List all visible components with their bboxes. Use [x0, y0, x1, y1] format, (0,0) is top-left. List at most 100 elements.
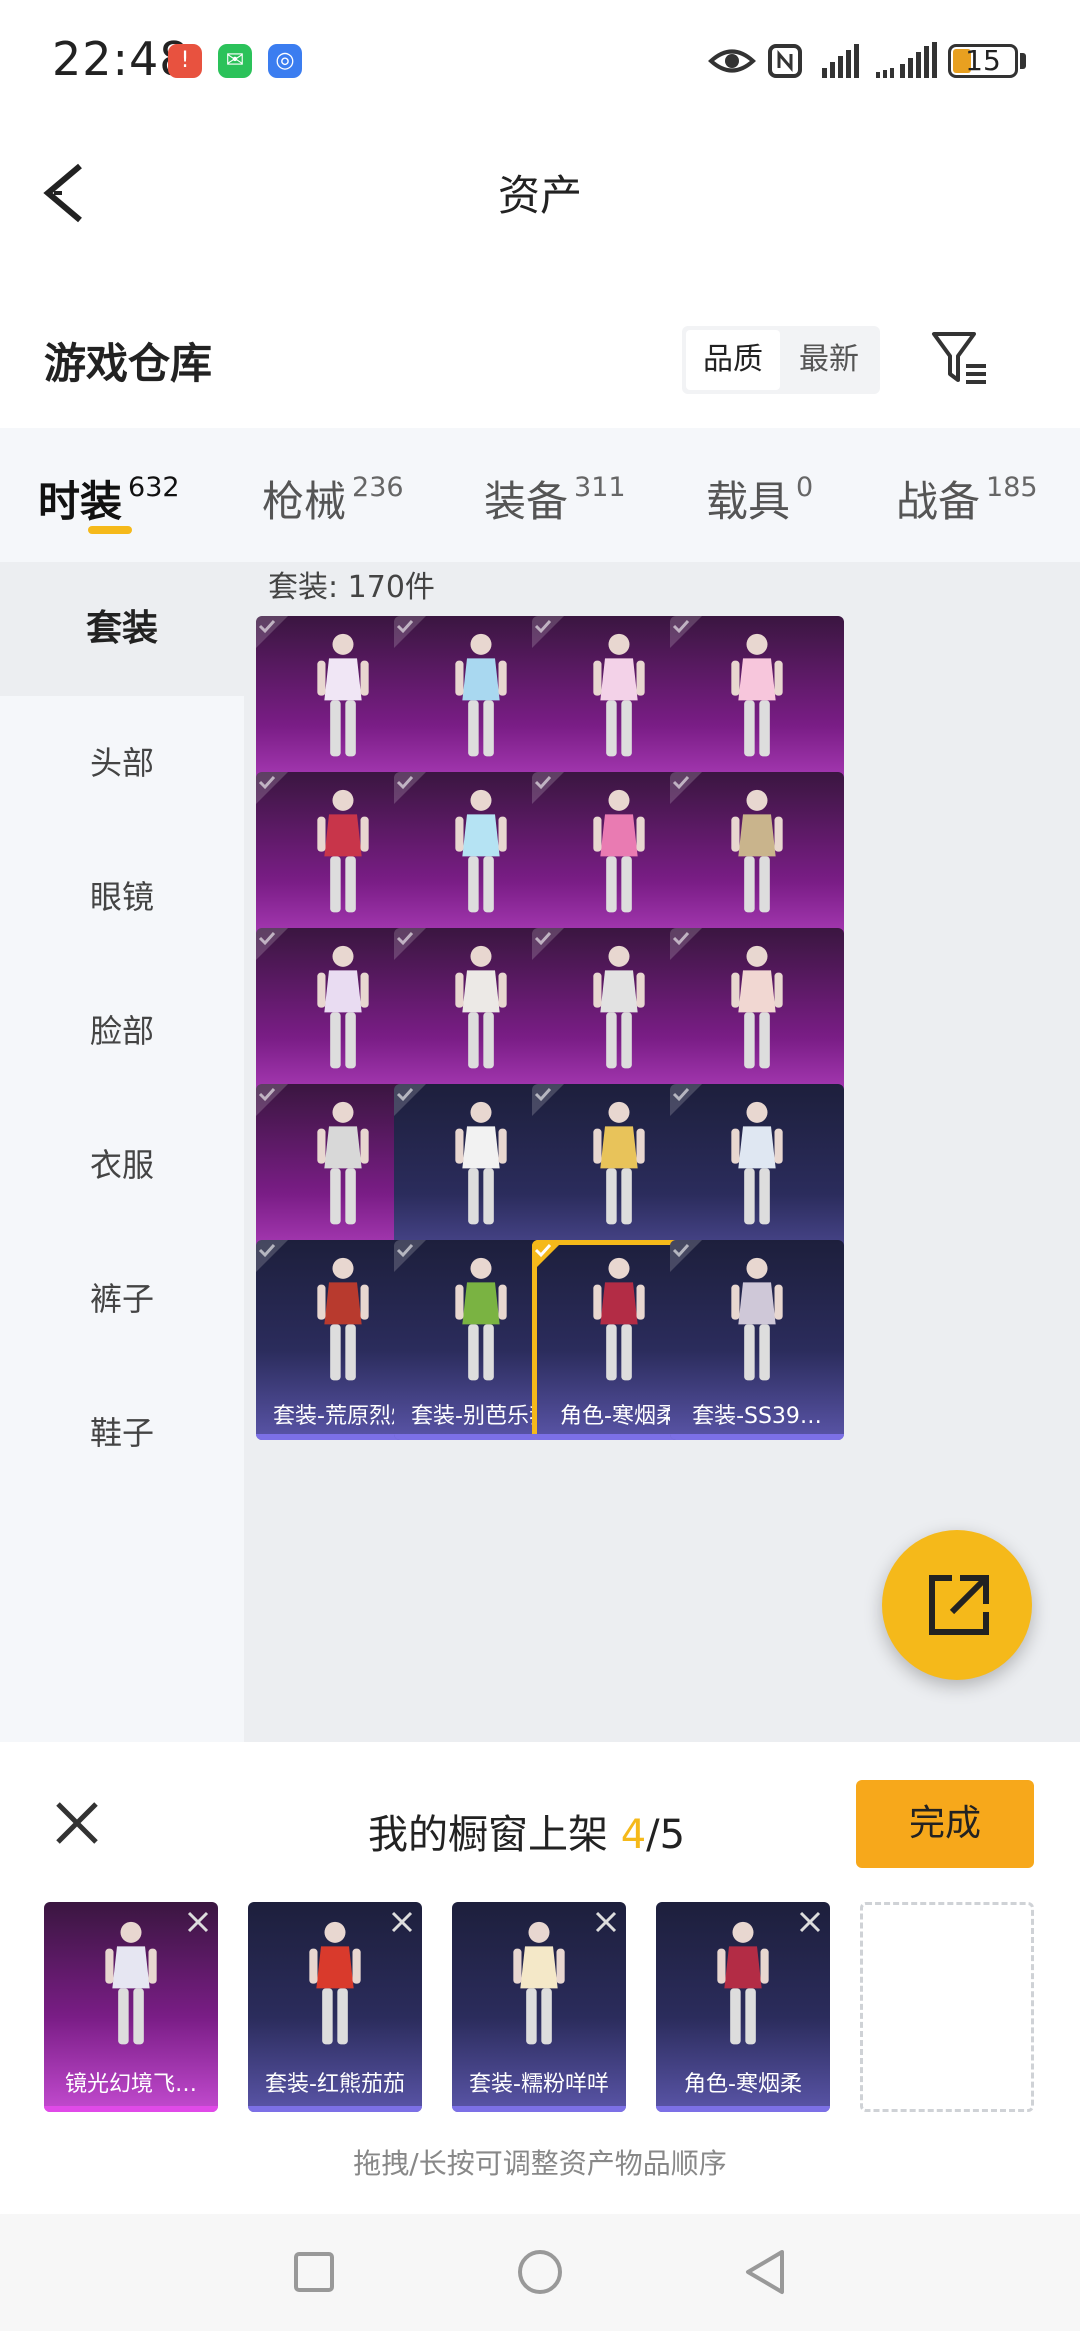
tab-supplies[interactable]: 战备 185 — [896, 468, 1038, 529]
showcase-slot-label: 角色-寒烟柔 — [684, 2072, 802, 2097]
check-corner-icon — [394, 1240, 426, 1272]
showcase-total-count: /5 — [646, 1812, 686, 1858]
check-corner-icon — [394, 928, 426, 960]
sidebar-item-head[interactable]: 头部 — [0, 696, 244, 830]
page-title: 资产 — [497, 171, 582, 220]
character-figure-icon — [593, 1257, 645, 1381]
character-figure-icon — [731, 633, 783, 757]
tab-label: 载具 — [706, 477, 791, 526]
check-corner-icon — [670, 928, 702, 960]
status-bar: 22:48 ! ✉ ◎ 15 — [0, 0, 1080, 120]
tab-label: 战备 — [896, 477, 981, 526]
grid-count-label: 套装: 170件 — [268, 570, 435, 605]
showcase-slot[interactable]: 角色-寒烟柔 — [656, 1902, 830, 2112]
character-figure-icon — [455, 1257, 507, 1381]
check-corner-icon — [256, 1240, 288, 1272]
tab-guns[interactable]: 枪械 236 — [262, 468, 404, 529]
back-triangle-icon[interactable] — [738, 2244, 794, 2300]
recent-apps-icon[interactable] — [286, 2244, 342, 2300]
tab-vehicles[interactable]: 载具 0 — [706, 468, 813, 529]
character-figure-icon — [731, 1257, 783, 1381]
character-figure-icon — [317, 789, 369, 913]
check-corner-icon — [532, 616, 564, 648]
sidebar-item-outfit[interactable]: 套装 — [0, 562, 244, 696]
sort-latest-option[interactable]: 最新 — [782, 330, 876, 390]
sidebar-item-shoes[interactable]: 鞋子 — [0, 1366, 244, 1500]
rarity-bar — [670, 1434, 844, 1440]
battery-percent: 15 — [965, 44, 1001, 77]
character-figure-icon — [731, 1101, 783, 1225]
character-figure-icon — [731, 789, 783, 913]
sidebar-item-pants[interactable]: 裤子 — [0, 1232, 244, 1366]
system-nav-bar — [0, 2214, 1080, 2331]
character-figure-icon — [317, 633, 369, 757]
tab-label: 装备 — [484, 477, 569, 526]
rarity-bar — [452, 2106, 626, 2112]
check-corner-icon — [256, 616, 288, 648]
character-figure-icon — [309, 1921, 361, 2045]
remove-slot-icon[interactable] — [592, 1908, 620, 1936]
character-figure-icon — [593, 1101, 645, 1225]
showcase-slot[interactable]: 套装-红熊茄茄 — [248, 1902, 422, 2112]
battery-tip — [1020, 53, 1026, 69]
eye-icon — [708, 49, 756, 73]
showcase-slot-label: 套装-糯粉咩咩 — [469, 2072, 609, 2097]
share-button[interactable] — [882, 1530, 1032, 1680]
close-icon[interactable] — [52, 1798, 102, 1848]
remove-slot-icon[interactable] — [184, 1908, 212, 1936]
character-figure-icon — [593, 789, 645, 913]
showcase-sheet: 我的橱窗上架 4/5 完成 镜光幻境飞… 套装-红熊茄茄 套装-糯粉咩咩 角色-寒烟柔… — [0, 1742, 1080, 2214]
rarity-bar — [656, 2106, 830, 2112]
tab-fashion[interactable]: 时装 632 — [38, 468, 180, 529]
tab-count: 185 — [986, 472, 1038, 503]
character-figure-icon — [717, 1921, 769, 2045]
character-figure-icon — [317, 1101, 369, 1225]
showcase-slot[interactable]: 镜光幻境飞… — [44, 1902, 218, 2112]
home-icon[interactable] — [512, 2244, 568, 2300]
tab-equipment[interactable]: 装备 311 — [484, 468, 626, 529]
notification-app-icon: ! — [168, 44, 202, 78]
signal-strength-icon — [876, 42, 937, 78]
category-tabs: 时装 632 枪械 236 装备 311 载具 0 战备 185 — [0, 428, 1080, 562]
character-figure-icon — [317, 1257, 369, 1381]
check-corner-icon — [532, 1240, 564, 1272]
check-corner-icon — [394, 616, 426, 648]
character-figure-icon — [513, 1921, 565, 2045]
done-button[interactable]: 完成 — [856, 1780, 1034, 1868]
tab-count: 0 — [796, 472, 814, 503]
check-corner-icon — [256, 928, 288, 960]
remove-slot-icon[interactable] — [388, 1908, 416, 1936]
tab-label: 时装 — [38, 477, 123, 526]
empty-showcase-slot[interactable] — [860, 1902, 1034, 2112]
top-header: 资产 — [0, 120, 1080, 260]
wechat-icon: ✉ — [218, 44, 252, 78]
showcase-current-count: 4 — [620, 1812, 647, 1858]
character-figure-icon — [731, 945, 783, 1069]
sidebar-item-face[interactable]: 脸部 — [0, 964, 244, 1098]
asset-card[interactable]: 套装-SS39… — [670, 1240, 844, 1440]
remove-slot-icon[interactable] — [796, 1908, 824, 1936]
check-corner-icon — [394, 772, 426, 804]
signal-strength-icon — [822, 44, 859, 78]
character-figure-icon — [455, 633, 507, 757]
check-corner-icon — [670, 1240, 702, 1272]
character-figure-icon — [105, 1921, 157, 2045]
showcase-title-text: 我的橱窗上架 — [368, 1812, 621, 1858]
warehouse-title: 游戏仓库 — [44, 339, 213, 388]
character-figure-icon — [455, 789, 507, 913]
sidebar-item-clothes[interactable]: 衣服 — [0, 1098, 244, 1232]
subcategory-sidebar: 套装 头部 眼镜 脸部 衣服 裤子 鞋子 — [0, 562, 244, 1742]
check-corner-icon — [670, 772, 702, 804]
filter-icon[interactable] — [930, 328, 992, 390]
showcase-slot[interactable]: 套装-糯粉咩咩 — [452, 1902, 626, 2112]
character-figure-icon — [455, 1101, 507, 1225]
tab-label: 枪械 — [262, 477, 347, 526]
share-external-icon — [929, 1575, 989, 1635]
showcase-slot-label: 镜光幻境飞… — [64, 2072, 197, 2097]
sort-quality-option[interactable]: 品质 — [686, 330, 780, 390]
sidebar-item-glasses[interactable]: 眼镜 — [0, 830, 244, 964]
character-figure-icon — [455, 945, 507, 1069]
nfc-icon — [768, 44, 802, 78]
character-figure-icon — [593, 945, 645, 1069]
check-corner-icon — [670, 616, 702, 648]
